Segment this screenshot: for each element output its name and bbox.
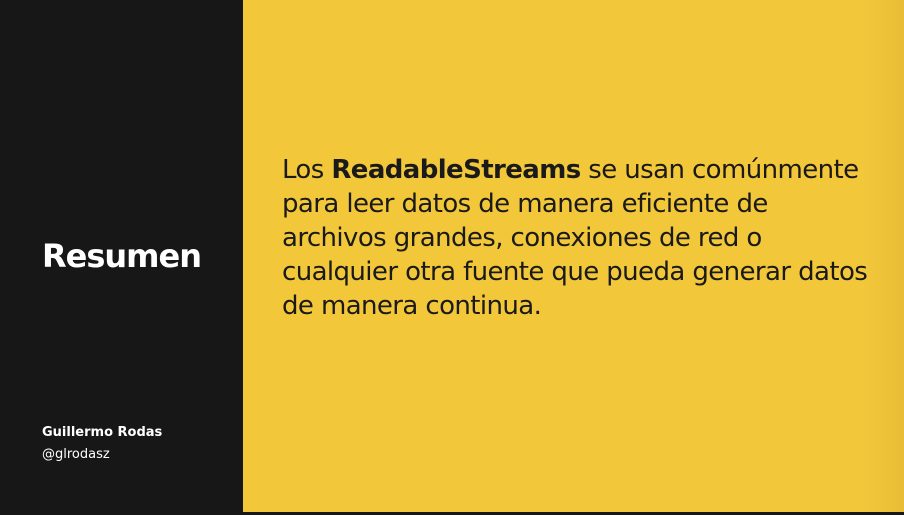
- presentation-slide: Resumen Guillermo Rodas @glrodasz Los Re…: [0, 0, 904, 515]
- sidebar-panel: Resumen Guillermo Rodas @glrodasz: [0, 0, 243, 512]
- author-name: Guillermo Rodas: [42, 425, 163, 440]
- author-handle: @glrodasz: [42, 447, 110, 462]
- body-highlight: ReadableStreams: [331, 155, 581, 185]
- body-paragraph: Los ReadableStreams se usan comúnmente p…: [282, 153, 872, 323]
- body-prefix: Los: [282, 155, 332, 185]
- author-block: Guillermo Rodas @glrodasz: [42, 424, 162, 464]
- content-panel: Los ReadableStreams se usan comúnmente p…: [243, 0, 904, 515]
- slide-title: Resumen: [42, 237, 202, 275]
